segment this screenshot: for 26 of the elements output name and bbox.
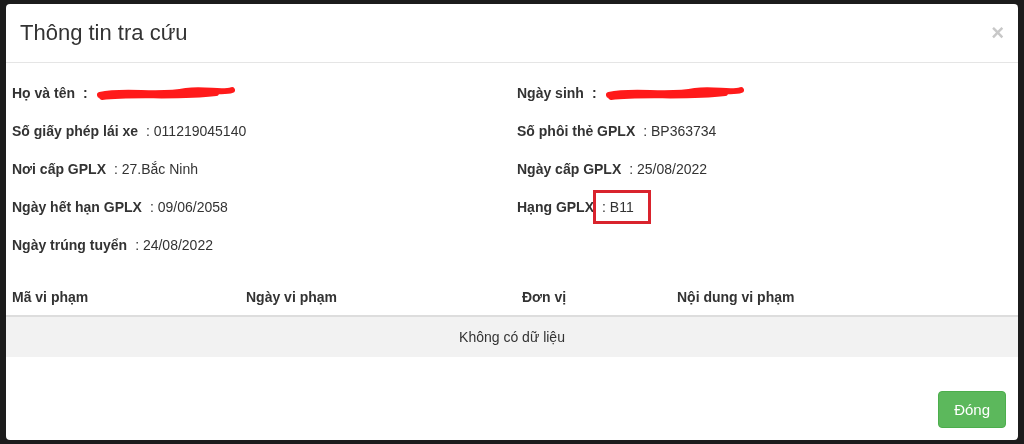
- field-label: Ngày sinh: [517, 85, 584, 101]
- column-header: Mã vi phạm: [12, 289, 90, 305]
- field-label: Ngày trúng tuyển: [12, 237, 128, 253]
- column-header: Nội dung vi phạm: [677, 289, 796, 305]
- field-value: : BP363734: [643, 123, 717, 139]
- close-button[interactable]: ×: [991, 20, 1004, 46]
- field-value: :: [591, 85, 597, 101]
- dialog-title: Thông tin tra cứu: [20, 20, 188, 46]
- empty-message: Không có dữ liệu: [6, 317, 1018, 357]
- field-value: : 011219045140: [146, 123, 247, 139]
- close-button[interactable]: Đóng: [938, 391, 1006, 428]
- field-label: Họ và tên: [12, 85, 75, 101]
- field-label: Ngày cấp GPLX: [517, 161, 622, 177]
- field-label: Số giấy phép lái xe: [12, 123, 139, 139]
- field-value: : 27.Bắc Ninh: [114, 161, 199, 177]
- field-label: Nơi cấp GPLX: [12, 161, 106, 177]
- field-value: :: [83, 85, 88, 101]
- column-header: Ngày vi phạm: [246, 289, 339, 305]
- field-value: : 24/08/2022: [135, 237, 213, 253]
- highlighted-value: : B11: [593, 190, 651, 224]
- field-value: : 09/06/2058: [149, 199, 228, 215]
- field-value: : 25/08/2022: [629, 161, 708, 177]
- field-label: Ngày hết hạn GPLX: [12, 199, 142, 215]
- field-label: Số phôi thẻ GPLX: [517, 123, 636, 139]
- column-header: Đơn vị: [522, 289, 568, 305]
- field-label: Hạng GPLX: [517, 199, 594, 215]
